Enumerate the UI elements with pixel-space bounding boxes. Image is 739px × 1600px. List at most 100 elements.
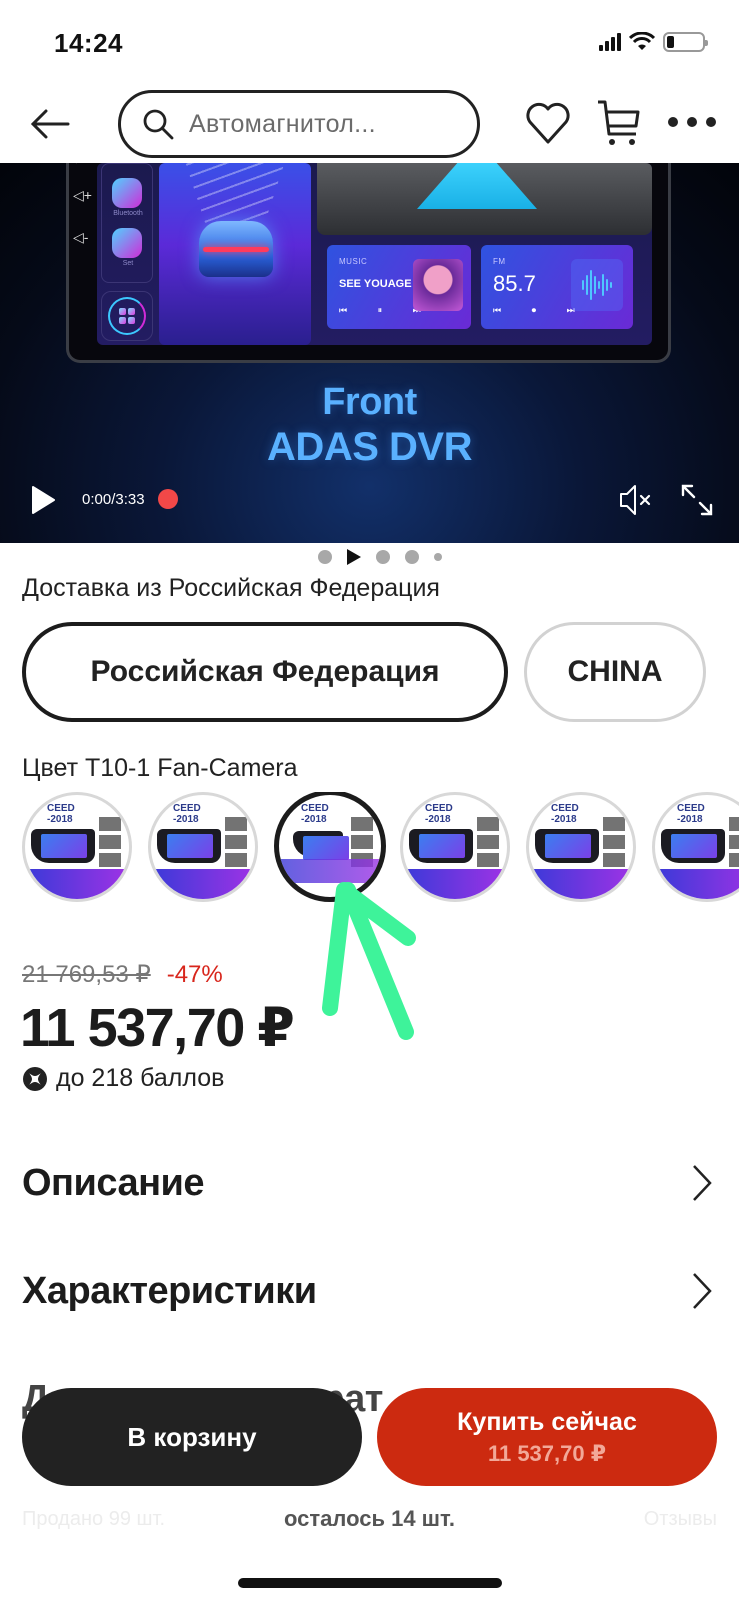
product-video[interactable]: ↶ ◁+ ◁- Bluetooth Set MUSIC SEE YOUAGE ⏮… [0,163,739,543]
back-button[interactable] [28,104,72,144]
dash-camera-view [317,163,652,235]
color-thumbnail[interactable]: CEED -2018 [400,792,510,902]
color-thumbnail[interactable]: CEED -2018 [526,792,636,902]
video-time: 0:00/3:33 [82,491,145,508]
points-icon [23,1066,47,1091]
thumbnail-product-image [535,829,599,863]
thumbnail-feature-band [655,869,739,899]
thumbnail-accessories [603,817,625,871]
arrow-left-icon [30,109,70,139]
buy-now-button[interactable]: Купить сейчас 11 537,70 ₽ [377,1388,717,1486]
thumbnail-accessories [477,817,499,871]
status-icons [599,32,708,52]
thumbnail-caption: CEED -2018 [425,803,453,825]
cart-icon [598,100,640,145]
discount-badge: -47% [166,961,223,988]
color-label: Цвет T10-1 Fan-Camera [22,754,298,782]
annotation-arrow-shaft [340,882,414,1040]
favorite-button[interactable] [524,100,572,146]
status-bar: 14:24 [0,0,739,90]
thumbnail-feature-band [529,869,633,899]
thumbnail-feature-band [25,869,129,899]
pager-dot[interactable] [375,550,390,564]
top-navigation: Автомагнитол... [0,88,739,162]
music-card: MUSIC SEE YOUAGE ⏮ ⏸ ⏭ [327,245,471,329]
color-thumbnail[interactable]: CEED -2018 [22,792,132,902]
play-icon [32,486,55,514]
thumbnail-caption: CEED -2018 [173,803,201,825]
heart-icon [526,102,570,144]
head-unit-image: ↶ ◁+ ◁- Bluetooth Set MUSIC SEE YOUAGE ⏮… [66,163,671,363]
thumbnail-feature-band [279,859,381,883]
battery-icon [663,32,708,52]
pager-current-video-indicator[interactable] [346,549,361,565]
stock-remaining: осталось 14 шт. [284,1506,455,1531]
hardware-buttons: ↶ ◁+ ◁- [73,163,92,245]
search-query: Автомагнитол... [189,109,376,138]
buy-now-price: 11 537,70 ₽ [487,1440,607,1466]
old-price: 21 769,53 ₽ [22,961,151,988]
thumbnail-accessories [729,817,739,871]
cart-button[interactable] [596,98,642,148]
bluetooth-icon [112,178,142,208]
color-thumbnail-selected[interactable]: CEED -2018 [274,792,386,902]
thumbnail-product-image [409,829,473,863]
fullscreen-icon [681,484,713,516]
thumbnail-feature-band [151,869,255,899]
ship-from-options: Российская Федерация CHINA [22,622,706,722]
speaker-muted-icon [620,485,651,515]
thumbnail-caption: CEED -2018 [301,803,329,825]
more-dots-icon [668,117,678,127]
wifi-icon [629,32,655,50]
thumbnail-caption: CEED -2018 [677,803,705,825]
settings-icon [112,228,142,258]
section-specifications[interactable]: Характеристики [0,1256,739,1326]
cellular-signal-icon [599,33,621,51]
add-to-cart-button[interactable]: В корзину [22,1388,362,1486]
thumbnail-product-image [31,829,95,863]
thumbnail-feature-band [403,869,507,899]
search-input[interactable]: Автомагнитол... [118,90,480,158]
bottom-action-bar: В корзину Купить сейчас 11 537,70 ₽ Прод… [0,1388,739,1600]
recording-indicator [158,489,178,509]
car-graphic [159,163,311,345]
chevron-right-icon [693,1273,712,1309]
promo-subtitle: ADAS DVR [267,425,472,469]
battery-level [667,36,674,48]
section-description[interactable]: Описание [0,1148,739,1218]
thumbnail-caption: CEED -2018 [551,803,579,825]
mute-button[interactable] [618,483,654,517]
thumbnail-product-image [157,829,221,863]
pager-dot[interactable] [433,553,442,561]
bonus-points-text: до 218 баллов [56,1064,225,1092]
color-thumbnail[interactable]: CEED -2018 [148,792,258,902]
bonus-points: до 218 баллов [22,1064,224,1093]
fm-card: FM 85.7 ⏮ ⏺ ⏭ [481,245,633,329]
apps-icon [101,291,153,341]
delivery-from-label: Доставка из Российская Федерация [22,574,440,602]
color-thumbnail[interactable]: CEED -2018 [652,792,739,902]
buy-now-label: Купить сейчас [457,1407,637,1436]
album-art [413,259,463,311]
status-time: 14:24 [54,28,123,58]
thumbnail-accessories [99,817,121,871]
thumbnail-caption: CEED -2018 [47,803,75,825]
chevron-right-icon [693,1165,712,1201]
fullscreen-button[interactable] [680,483,714,517]
color-thumbnails: CEED -2018 CEED -2018 CEED -2018 CEED -2018 CEED… [22,792,739,908]
home-indicator[interactable] [238,1578,502,1588]
search-icon [143,109,174,140]
more-button[interactable] [668,114,716,130]
pager-dot[interactable] [317,550,332,564]
ship-from-option-russia[interactable]: Российская Федерация [22,622,508,722]
ship-from-option-china[interactable]: CHINA [524,622,706,722]
thumbnail-product-image [293,831,349,860]
current-price: 11 537,70 ₽ [20,998,295,1058]
play-button[interactable] [30,485,56,515]
thumbnail-product-image [661,829,725,863]
screen-side-panel: Bluetooth Set [101,163,153,283]
media-pager [0,548,739,566]
old-price-row: 21 769,53 ₽ -47% [22,960,223,989]
pager-dot[interactable] [404,550,419,564]
head-unit-screen: Bluetooth Set MUSIC SEE YOUAGE ⏮ ⏸ ⏭ FM … [97,163,652,345]
